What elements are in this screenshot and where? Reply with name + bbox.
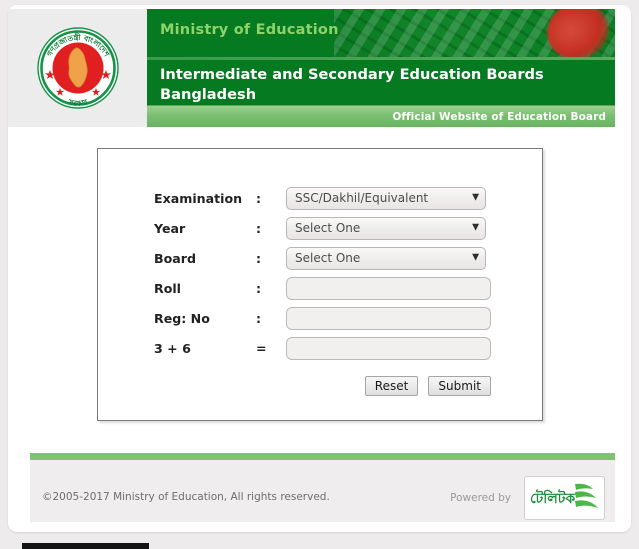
form-row-buttons: Reset Submit	[154, 363, 491, 400]
teletalk-wordmark: টেলিটক	[530, 489, 576, 507]
examination-field-cell: SSC/Dakhil/Equivalent ▼	[286, 183, 491, 213]
form-row-roll: Roll :	[154, 273, 491, 303]
roll-separator: :	[256, 280, 262, 296]
year-select[interactable]: Select One	[286, 216, 486, 240]
buttons-spacer-left	[154, 363, 256, 400]
board-label: Board	[154, 250, 196, 266]
page-root: গণপ্রজাতন্ত্রী বাংলাদেশ সরকার Ministry o…	[0, 0, 639, 549]
form-row-year: Year : Select One ▼	[154, 213, 491, 243]
examination-label: Examination	[154, 190, 243, 206]
banner-divider	[147, 57, 615, 60]
captcha-label: 3 + 6	[154, 340, 191, 356]
registration-field-cell	[286, 303, 491, 333]
header-banner: Ministry of Education Intermediate and S…	[147, 9, 615, 127]
board-select-wrap: Select One ▼	[286, 246, 486, 270]
powered-by-label: Powered by	[450, 492, 511, 504]
bangladesh-emblem-icon: গণপ্রজাতন্ত্রী বাংলাদেশ সরকার	[36, 26, 120, 110]
submit-button[interactable]: Submit	[428, 375, 491, 396]
roll-label: Roll	[154, 280, 181, 296]
reset-button[interactable]: Reset	[364, 375, 419, 396]
form-row-registration: Reg: No :	[154, 303, 491, 333]
captcha-separator: =	[256, 340, 267, 356]
captcha-field-cell	[286, 333, 491, 363]
board-title: Intermediate and Secondary Education Boa…	[160, 66, 544, 104]
official-website-text: Official Website of Education Board	[392, 110, 606, 123]
form-row-captcha: 3 + 6 =	[154, 333, 491, 363]
year-label: Year	[154, 220, 186, 236]
form-table: Examination : SSC/Dakhil/Equivalent ▼ Ye…	[154, 183, 491, 400]
copyright-text: ©2005-2017 Ministry of Education, All ri…	[42, 491, 330, 503]
footer-divider	[30, 453, 615, 460]
form-buttons: Reset Submit	[286, 363, 491, 400]
roll-input[interactable]	[286, 276, 491, 300]
examination-separator: :	[256, 190, 262, 206]
clipped-bottom-bar	[22, 543, 149, 549]
registration-label: Reg: No	[154, 310, 210, 326]
result-search-form: Examination : SSC/Dakhil/Equivalent ▼ Ye…	[97, 148, 543, 421]
board-separator: :	[256, 250, 262, 266]
footer-content: ©2005-2017 Ministry of Education, All ri…	[30, 460, 615, 522]
teletalk-logo[interactable]: টেলিটক	[524, 476, 605, 520]
site-footer: ©2005-2017 Ministry of Education, All ri…	[30, 453, 615, 522]
registration-separator: :	[256, 310, 262, 326]
captcha-input[interactable]	[286, 336, 491, 360]
examination-select-wrap: SSC/Dakhil/Equivalent ▼	[286, 186, 486, 210]
clipped-bottom-text	[182, 543, 382, 549]
year-separator: :	[256, 220, 262, 236]
official-website-strip: Official Website of Education Board	[147, 105, 615, 127]
buttons-spacer-mid	[256, 363, 286, 400]
registration-input[interactable]	[286, 306, 491, 330]
roll-field-cell	[286, 273, 491, 303]
emblem-container: গণপ্রজাতন্ত্রী বাংলাদেশ সরকার	[8, 9, 147, 127]
board-select[interactable]: Select One	[286, 246, 486, 270]
ministry-title: Ministry of Education	[160, 22, 339, 38]
examination-select[interactable]: SSC/Dakhil/Equivalent	[286, 186, 486, 210]
year-select-wrap: Select One ▼	[286, 216, 486, 240]
form-row-board: Board : Select One ▼	[154, 243, 491, 273]
year-field-cell: Select One ▼	[286, 213, 491, 243]
board-field-cell: Select One ▼	[286, 243, 491, 273]
site-header: গণপ্রজাতন্ত্রী বাংলাদেশ সরকার Ministry o…	[8, 9, 615, 127]
form-row-examination: Examination : SSC/Dakhil/Equivalent ▼	[154, 183, 491, 213]
